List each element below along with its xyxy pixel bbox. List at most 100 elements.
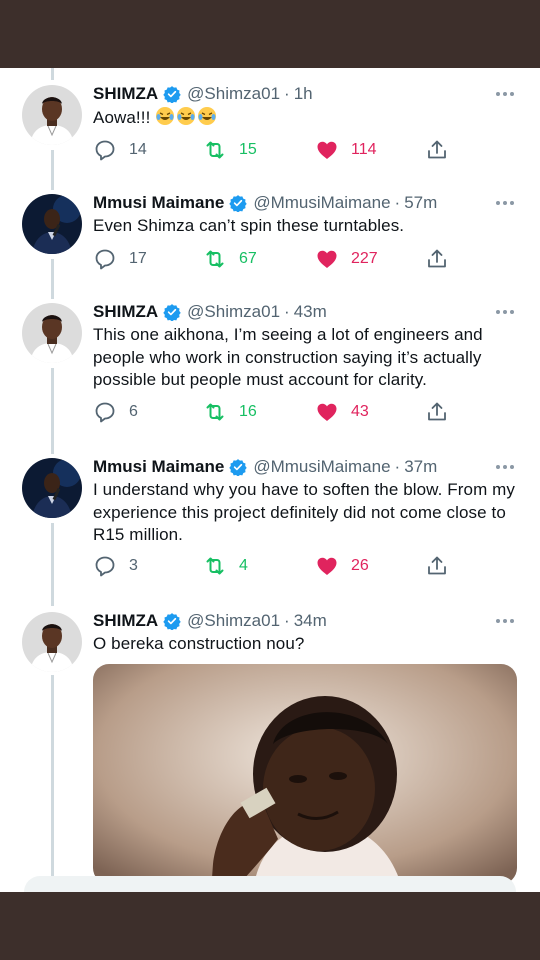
retweet-icon xyxy=(206,141,224,159)
thread-connector xyxy=(51,68,54,80)
reply-button[interactable]: 6 xyxy=(93,399,138,425)
tweet-actions: 14 15 114 xyxy=(93,137,453,163)
thread-connector xyxy=(51,675,54,892)
display-name[interactable]: SHIMZA xyxy=(93,84,158,104)
tweet-header: Mmusi Maimane @MmusiMaimane · 37m xyxy=(93,455,437,479)
separator-dot: · xyxy=(284,611,290,630)
retweet-button[interactable]: 67 xyxy=(203,246,257,272)
timestamp[interactable]: 34m xyxy=(294,611,327,631)
more-options-icon[interactable] xyxy=(496,300,514,324)
heart-icon xyxy=(317,403,337,421)
shimza-avatar-image xyxy=(22,85,82,145)
avatar[interactable] xyxy=(22,458,82,518)
reply-icon xyxy=(95,140,115,161)
thread-connector xyxy=(51,368,54,454)
gif-image xyxy=(93,664,517,884)
like-button[interactable]: 114 xyxy=(315,137,377,163)
thread-connector xyxy=(51,523,54,606)
tweet-header: Mmusi Maimane @MmusiMaimane · 57m xyxy=(93,191,437,215)
reply-button[interactable]: 14 xyxy=(93,137,147,163)
timestamp[interactable]: 37m xyxy=(404,457,437,477)
share-icon xyxy=(428,249,446,268)
tweet-text: Even Shimza can’t spin these turntables. xyxy=(93,216,405,235)
retweet-button[interactable]: 16 xyxy=(203,399,257,425)
more-options-icon[interactable] xyxy=(496,609,514,633)
display-name[interactable]: SHIMZA xyxy=(93,611,158,631)
reply-count: 14 xyxy=(129,141,147,158)
like-count: 227 xyxy=(351,250,378,267)
avatar[interactable] xyxy=(22,194,82,254)
reply-icon xyxy=(95,556,115,577)
more-options-icon[interactable] xyxy=(496,455,514,479)
display-name[interactable]: SHIMZA xyxy=(93,302,158,322)
share-icon xyxy=(428,556,446,575)
retweet-icon xyxy=(206,557,224,575)
shimza-avatar-image xyxy=(22,612,82,672)
top-dark-bar xyxy=(0,0,540,68)
share-icon xyxy=(428,140,446,159)
tweet-header: SHIMZA @Shimza01 · 1h xyxy=(93,82,313,106)
verified-badge-icon xyxy=(229,459,248,476)
separator-dot: · xyxy=(394,193,401,212)
retweet-count: 15 xyxy=(239,141,257,158)
avatar[interactable] xyxy=(22,85,82,145)
tweet-media-gif[interactable] xyxy=(93,664,517,884)
tweet-text: Aowa!!! xyxy=(93,106,523,130)
separator-dot: · xyxy=(284,84,290,103)
verified-badge-icon xyxy=(229,195,248,212)
retweet-icon xyxy=(206,403,224,421)
handle[interactable]: @MmusiMaimane xyxy=(253,457,390,477)
reply-compose-bar[interactable] xyxy=(24,876,516,892)
timestamp[interactable]: 57m xyxy=(404,193,437,213)
share-button[interactable] xyxy=(425,399,449,425)
reply-button[interactable]: 3 xyxy=(93,553,138,579)
reply-count: 17 xyxy=(129,250,147,267)
avatar[interactable] xyxy=(22,612,82,672)
reply-count: 6 xyxy=(129,403,138,420)
avatar[interactable] xyxy=(22,303,82,363)
handle[interactable]: @Shimza01 xyxy=(187,302,280,322)
like-button[interactable]: 26 xyxy=(315,553,369,579)
display-name[interactable]: Mmusi Maimane xyxy=(93,457,224,477)
retweet-count: 4 xyxy=(239,557,248,574)
share-button[interactable] xyxy=(425,246,449,272)
handle[interactable]: @Shimza01 xyxy=(187,84,280,104)
like-count: 43 xyxy=(351,403,369,420)
reply-count: 3 xyxy=(129,557,138,574)
verified-badge-icon xyxy=(163,304,181,321)
laughing-emoji-icon xyxy=(177,107,196,125)
retweet-button[interactable]: 4 xyxy=(203,553,248,579)
verified-badge-icon xyxy=(163,613,181,630)
more-options-icon[interactable] xyxy=(496,191,514,215)
handle[interactable]: @Shimza01 xyxy=(187,611,280,631)
reply-icon xyxy=(95,249,115,270)
more-options-icon[interactable] xyxy=(496,82,514,106)
like-button[interactable]: 227 xyxy=(315,246,378,272)
tweet-actions: 6 16 43 xyxy=(93,399,453,425)
reply-button[interactable]: 17 xyxy=(93,246,147,272)
tweet-header: SHIMZA @Shimza01 · 43m xyxy=(93,300,327,324)
timestamp[interactable]: 43m xyxy=(294,302,327,322)
tweet-thread[interactable]: SHIMZA @Shimza01 · 1h Aowa!!! 14 15 114 xyxy=(0,68,540,892)
separator-dot: · xyxy=(284,302,290,321)
thread-connector xyxy=(51,259,54,299)
maimane-avatar-image xyxy=(22,194,82,254)
share-button[interactable] xyxy=(425,553,449,579)
shimza-avatar-image xyxy=(22,303,82,363)
verified-badge-icon xyxy=(163,86,181,103)
like-count: 114 xyxy=(351,141,377,158)
reply-icon xyxy=(95,402,115,423)
heart-icon xyxy=(317,250,337,268)
timestamp[interactable]: 1h xyxy=(294,84,313,104)
heart-icon xyxy=(317,141,337,159)
tweet-actions: 17 67 227 xyxy=(93,246,453,272)
laughing-emoji-icon xyxy=(156,107,175,125)
handle[interactable]: @MmusiMaimane xyxy=(253,193,390,213)
share-button[interactable] xyxy=(425,137,449,163)
laughing-emoji-icon xyxy=(198,107,217,125)
tweet-text-content: Aowa!!! xyxy=(93,108,151,127)
like-button[interactable]: 43 xyxy=(315,399,369,425)
display-name[interactable]: Mmusi Maimane xyxy=(93,193,224,213)
retweet-button[interactable]: 15 xyxy=(203,137,257,163)
separator-dot: · xyxy=(394,457,401,476)
